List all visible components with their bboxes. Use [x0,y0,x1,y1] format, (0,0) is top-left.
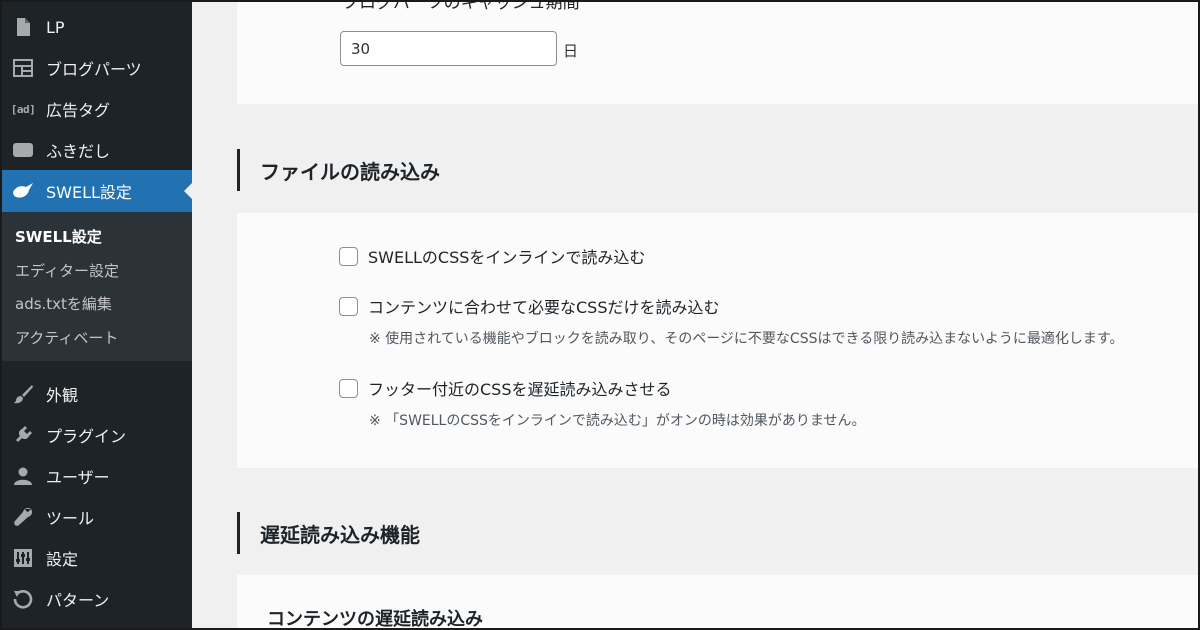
checkbox-inline-css[interactable] [339,246,358,266]
option-note: ※ 「SWELLのCSSをインラインで読み込む」がオンの時は効果がありません。 [369,413,866,429]
sidebar-item-ad-tags[interactable]: [ad] 広告タグ [2,89,192,129]
sidebar-item-appearance[interactable]: 外観 [2,374,192,414]
cache-settings-card: ブログパーツのキャッシュ期間 日 [237,0,1198,104]
sidebar-item-label: 外観 [46,386,79,405]
submenu-item-activate[interactable]: アクティベート [15,327,118,348]
section-title-lazy-loading: 遅延読み込み機能 [237,512,420,554]
sidebar-item-fukidashi[interactable]: ふきだし [2,130,192,170]
sidebar-item-label: ツール [46,509,95,528]
cache-period-input[interactable] [340,31,557,66]
sliders-icon [12,547,34,569]
page-icon [12,16,34,38]
option-label: フッター付近のCSSを遅延読み込みさせる [368,380,672,399]
option-note: ※ 使用されている機能やブロックを読み取り、そのページに不要なCSSはできる限り… [369,331,1124,347]
submenu-item-swell-settings[interactable]: SWELL設定 [15,226,102,247]
cache-period-unit: 日 [563,42,579,60]
option-optimized-css: コンテンツに合わせて必要なCSSだけを読み込む ※ 使用されている機能やブロック… [339,294,1124,348]
option-inline-css: SWELLのCSSをインラインで読み込む [339,244,645,268]
submenu-item-ads-txt[interactable]: ads.txtを編集 [15,293,112,314]
option-label: SWELLのCSSをインラインで読み込む [368,248,646,267]
sidebar-item-lp[interactable]: LP [2,7,192,47]
user-icon [12,465,34,487]
screenshot-frame: LP ブログパーツ [ad] 広告タグ ふきだし SWELL設定 SWELL設定… [0,0,1200,630]
admin-sidebar: LP ブログパーツ [ad] 広告タグ ふきだし SWELL設定 SWELL設定… [2,2,193,628]
speech-bubble-icon [12,139,34,161]
option-footer-lazy-css: フッター付近のCSSを遅延読み込みさせる ※ 「SWELLのCSSをインラインで… [339,376,865,430]
section-title-file-loading: ファイルの読み込み [237,149,440,191]
sidebar-item-tools[interactable]: ツール [2,497,192,537]
plug-icon [12,424,34,446]
sidebar-item-label: ユーザー [46,468,110,487]
sidebar-item-label: 広告タグ [46,101,111,120]
sidebar-item-label: プラグイン [46,427,127,446]
swell-bird-icon [12,180,34,202]
sidebar-item-label: LP [46,17,65,37]
sidebar-item-users[interactable]: ユーザー [2,456,192,496]
sidebar-item-label: パターン [46,591,110,610]
sidebar-item-patterns[interactable]: パターン [2,579,192,619]
sidebar-item-settings[interactable]: 設定 [2,538,192,578]
undo-icon [12,588,34,610]
paintbrush-icon [12,383,34,405]
settings-main: ブログパーツのキャッシュ期間 日 ファイルの読み込み SWELLのCSSをインラ… [192,0,1198,630]
sidebar-item-label: ふきだし [46,142,111,161]
sidebar-item-blog-parts[interactable]: ブログパーツ [2,48,192,88]
ad-icon: [ad] [10,102,36,116]
checkbox-optimized-css[interactable] [339,296,358,316]
layout-icon [12,57,34,79]
sidebar-item-swell-settings[interactable]: SWELL設定 [2,170,193,212]
checkbox-footer-lazy-css[interactable] [339,378,358,398]
lazy-content-heading: コンテンツの遅延読み込み [267,609,483,630]
sidebar-item-label: 設定 [46,550,79,569]
option-label: コンテンツに合わせて必要なCSSだけを読み込む [368,298,720,317]
submenu-item-editor-settings[interactable]: エディター設定 [15,260,119,281]
wrench-icon [12,506,34,528]
swell-submenu: SWELL設定 エディター設定 ads.txtを編集 アクティベート [2,212,192,361]
sidebar-item-label: ブログパーツ [46,60,142,79]
cache-period-label: ブログパーツのキャッシュ期間 [342,0,580,13]
sidebar-item-label: SWELL設定 [46,183,132,202]
file-loading-card: SWELLのCSSをインラインで読み込む コンテンツに合わせて必要なCSSだけを… [237,213,1198,468]
lazy-loading-card: コンテンツの遅延読み込み [237,575,1198,630]
sidebar-item-plugins[interactable]: プラグイン [2,415,192,455]
